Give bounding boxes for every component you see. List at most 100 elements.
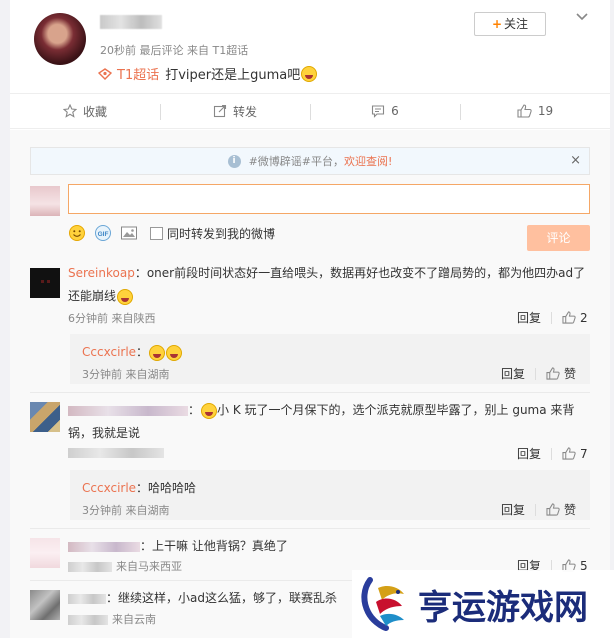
comment-body: ：上干嘛 让他背锅？真绝了 xyxy=(140,539,288,553)
comment-body: ：继续这样，小ad这么猛，够了，联赛乱杀 xyxy=(106,591,337,605)
follow-label: 关注 xyxy=(504,17,529,31)
notice-link[interactable]: 欢迎查阅! xyxy=(344,153,392,169)
commenter-avatar[interactable] xyxy=(30,402,60,432)
thumbs-up-icon[interactable] xyxy=(546,367,560,380)
laugh-cry-emoji-icon xyxy=(201,402,218,419)
sub-comment-meta: 3分钟前 来自湖南 xyxy=(82,368,170,381)
site-watermark: 亨运游戏网 xyxy=(352,570,614,638)
plus-icon: + xyxy=(491,17,503,31)
star-icon xyxy=(62,104,77,118)
comment-divider xyxy=(30,392,590,393)
comment-text: Sereinkoap：oner前段时间状态好一直给喂头，数据再好也改变不了蹭局势… xyxy=(68,264,585,281)
comment-body: ：oner前段时间状态好一直给喂头，数据再好也改变不了蹭局势的，都为他四办ad了 xyxy=(134,266,586,280)
post-source[interactable]: 来自 T1超话 xyxy=(187,44,248,57)
author-name-blurred[interactable] xyxy=(100,15,162,29)
comment-meta: 6分钟前 来自陕西 xyxy=(68,312,156,325)
rumor-notice-bar: i #微博辟谣#平台， 欢迎查阅! × xyxy=(30,147,590,175)
svg-text:GIF: GIF xyxy=(98,231,109,238)
laugh-cry-emoji-icon xyxy=(301,65,318,82)
thumbs-up-icon[interactable] xyxy=(562,447,576,460)
favorite-label: 收藏 xyxy=(82,104,107,119)
comment-action[interactable]: 6 xyxy=(310,94,460,128)
chevron-down-icon[interactable] xyxy=(575,10,589,24)
info-icon: i xyxy=(227,154,241,168)
sub-comment: Cccxcirle： 3分钟前 来自湖南 回复 赞 xyxy=(70,334,590,384)
post-meta: 20秒前 最后评论 来自 T1超话 xyxy=(100,42,248,58)
reply-button[interactable]: 回复 xyxy=(517,309,541,326)
sub-comment-body: ：哈哈哈哈 xyxy=(136,481,197,495)
compose-toolbar: GIF 同时转发到我的微博 xyxy=(68,222,275,244)
weibo-post-card: 20秒前 最后评论 来自 T1超话 + 关注 T1超话 打viper还是上guma… xyxy=(10,0,610,638)
author-avatar[interactable] xyxy=(34,13,86,65)
comment-location: 来自云南 xyxy=(112,613,156,626)
sub-comment-ops: 回复 赞 xyxy=(501,365,576,382)
commenter-name-blurred[interactable] xyxy=(68,541,140,552)
sub-comment-text: Cccxcirle： xyxy=(82,343,183,361)
sub-comment-sep: ： xyxy=(136,345,149,359)
sub-comment-meta: 3分钟前 来自湖南 xyxy=(82,504,170,517)
sub-comment: Cccxcirle：哈哈哈哈 3分钟前 来自湖南 回复 赞 xyxy=(70,470,590,520)
topic-label: T1超话 xyxy=(117,68,160,83)
comment-text: ：继续这样，小ad这么猛，够了，联赛乱杀 xyxy=(68,589,337,606)
post-actions: 收藏 转发 6 19 xyxy=(10,93,610,129)
comment-text-line2: 锅，我就是说 xyxy=(68,426,141,440)
laugh-cry-emoji-icon xyxy=(166,344,183,361)
divider xyxy=(535,503,537,516)
comment-meta: 来自云南 xyxy=(68,611,156,627)
like-label: 赞 xyxy=(564,503,577,517)
commenter-avatar[interactable] xyxy=(30,538,60,568)
dragon-logo xyxy=(361,577,404,631)
reply-button[interactable]: 回复 xyxy=(501,501,525,518)
comment-meta: 来自马来西亚 xyxy=(68,558,182,574)
comment-text: ：上干嘛 让他背锅？真绝了 xyxy=(68,537,288,554)
current-user-avatar[interactable] xyxy=(30,186,60,216)
divider xyxy=(551,311,553,324)
sub-commenter-name[interactable]: Cccxcirle xyxy=(82,481,136,495)
commenter-avatar[interactable] xyxy=(30,268,60,298)
comment-icon xyxy=(372,105,385,118)
submit-comment-button[interactable]: 评论 xyxy=(527,225,590,251)
comments-area: i #微博辟谣#平台， 欢迎查阅! × GIF 同时转发到我的微博 评论 Ser… xyxy=(10,130,610,638)
repost-icon xyxy=(213,104,227,118)
like-label: 赞 xyxy=(564,367,577,381)
comment-text-line2: 还能崩线 xyxy=(68,287,134,305)
repost-checkbox[interactable] xyxy=(150,226,163,240)
comment-count: 6 xyxy=(391,104,399,118)
post-text: 打viper还是上guma吧 xyxy=(165,68,301,83)
comment-body-line2: 还能崩线 xyxy=(68,289,117,303)
gif-icon[interactable]: GIF xyxy=(94,224,112,242)
image-icon[interactable] xyxy=(120,224,138,242)
comment-input[interactable] xyxy=(68,184,590,214)
reply-button[interactable]: 回复 xyxy=(517,445,541,462)
topic-link[interactable]: T1超话 xyxy=(98,64,159,83)
commenter-avatar[interactable] xyxy=(30,590,60,620)
thumbs-up-icon xyxy=(517,104,532,118)
commenter-name[interactable]: Sereinkoap xyxy=(68,266,135,280)
commenter-name-blurred[interactable] xyxy=(68,405,188,416)
reply-button[interactable]: 回复 xyxy=(501,365,525,382)
comment-meta-blurred xyxy=(68,446,164,459)
post-header: 20秒前 最后评论 来自 T1超话 + 关注 T1超话 打viper还是上guma… xyxy=(10,0,610,92)
divider xyxy=(535,367,537,380)
commenter-name-blurred[interactable] xyxy=(68,593,106,604)
close-icon[interactable]: × xyxy=(570,153,581,168)
super-topic-icon xyxy=(98,67,112,80)
favorite-action[interactable]: 收藏 xyxy=(10,94,160,128)
follow-button[interactable]: + 关注 xyxy=(474,12,546,36)
thumbs-up-icon[interactable] xyxy=(546,503,560,516)
emoji-icon[interactable] xyxy=(68,224,86,242)
comment-text: ：小 K 玩了一个月保下的，选个派克就原型毕露了，别上 guma 来背 xyxy=(68,401,574,419)
post-content: T1超话 打viper还是上guma吧 xyxy=(98,64,318,83)
like-count: 19 xyxy=(537,104,554,118)
comment-ops: 回复 7 xyxy=(517,445,588,462)
post-time: 20秒前 xyxy=(100,44,136,57)
like-action[interactable]: 19 xyxy=(460,94,610,128)
laugh-cry-emoji-icon xyxy=(117,288,134,305)
sub-commenter-name[interactable]: Cccxcirle xyxy=(82,345,136,359)
repost-label: 转发 xyxy=(232,104,257,119)
repost-action[interactable]: 转发 xyxy=(160,94,310,128)
comment-divider xyxy=(30,528,590,529)
notice-hashtag[interactable]: #微博辟谣#平台， xyxy=(249,153,344,169)
thumbs-up-icon[interactable] xyxy=(562,311,576,324)
comment-ops: 回复 2 xyxy=(517,309,588,326)
